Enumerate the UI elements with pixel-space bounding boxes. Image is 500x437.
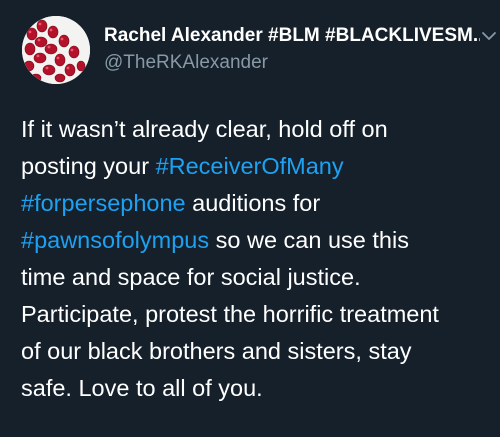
tweet-text-segment: Participate, protest the horrific treatm…: [21, 301, 439, 327]
hashtag-link[interactable]: #forpersephone: [21, 190, 186, 216]
tweet-text-segment: safe. Love to all of you.: [21, 375, 263, 401]
tweet-card: Rachel Alexander #BLM #BLACKLIVESM... @T…: [0, 0, 500, 437]
tweet-text-line: Participate, protest the horrific treatm…: [21, 296, 496, 333]
tweet-text-line: #forpersephone auditions for: [21, 185, 496, 222]
tweet-text-segment: auditions for: [185, 190, 321, 216]
profile-avatar[interactable]: [22, 16, 90, 84]
hashtag-link[interactable]: #pawnsofolympus: [21, 227, 209, 253]
tweet-text-line: If it wasn’t already clear, hold off on: [21, 111, 496, 148]
tweet-text-segment: If it wasn’t already clear, hold off on: [21, 116, 388, 142]
author-display-name[interactable]: Rachel Alexander #BLM #BLACKLIVESM...: [104, 24, 480, 48]
hashtag-link[interactable]: #ReceiverOfMany: [156, 153, 344, 179]
tweet-text-segment: posting your: [21, 153, 156, 179]
tweet-text: If it wasn’t already clear, hold off on p…: [21, 111, 496, 407]
pomegranate-seeds-icon: [22, 16, 90, 84]
author-handle[interactable]: @TheRKAlexander: [104, 51, 268, 75]
tweet-text-line: time and space for social justice.: [21, 259, 496, 296]
tweet-text-line: posting your #ReceiverOfMany: [21, 148, 496, 185]
chevron-down-icon[interactable]: [481, 29, 497, 43]
tweet-text-segment: time and space for social justice.: [21, 264, 361, 290]
tweet-text-line: safe. Love to all of you.: [21, 370, 496, 407]
tweet-text-line: of our black brothers and sisters, stay: [21, 333, 496, 370]
tweet-text-segment: so we can use this: [209, 227, 409, 253]
tweet-text-segment: of our black brothers and sisters, stay: [21, 338, 412, 364]
tweet-text-line: #pawnsofolympus so we can use this: [21, 222, 496, 259]
